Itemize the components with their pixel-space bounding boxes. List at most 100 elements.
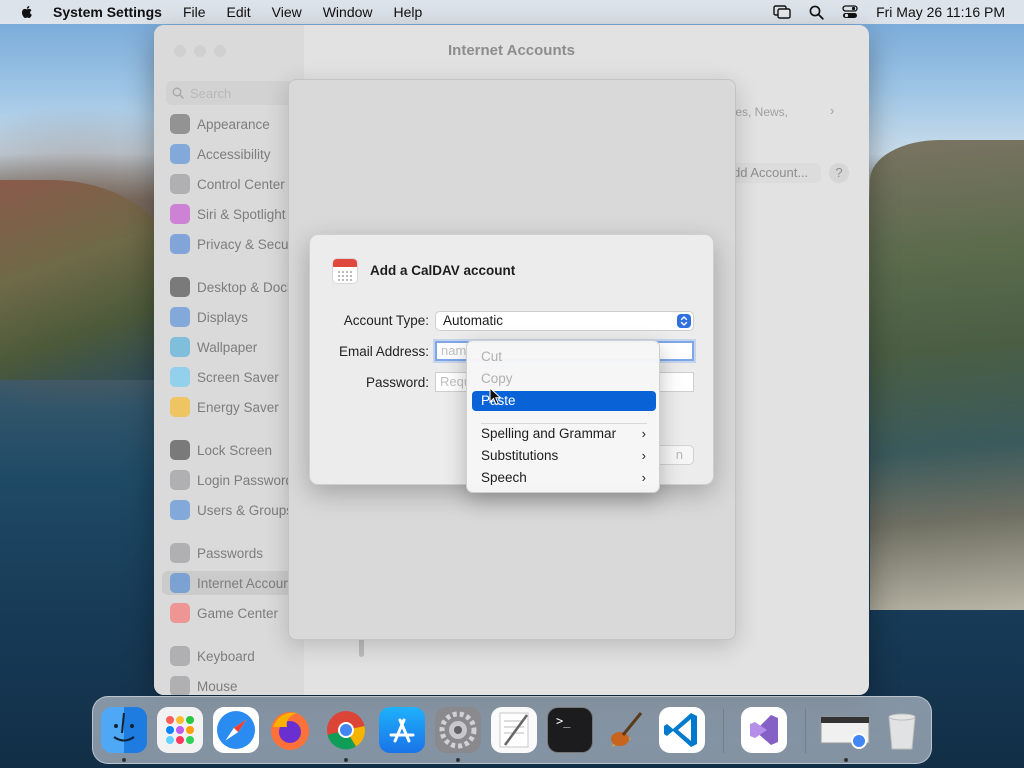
help-button[interactable]: ? xyxy=(829,163,849,183)
dialog-title: Add a CalDAV account xyxy=(370,263,516,278)
account-type-popup[interactable]: Automatic xyxy=(435,311,694,331)
mouse-pointer-icon xyxy=(489,387,502,406)
dock-visual-studio-icon[interactable] xyxy=(741,707,787,753)
menu-app-name[interactable]: System Settings xyxy=(53,4,162,20)
screen-saver-icon xyxy=(170,367,190,387)
context-menu-copy: Copy xyxy=(481,371,513,386)
minimize-window-button[interactable] xyxy=(194,45,206,57)
sun-icon xyxy=(170,307,190,327)
sidebar-item-mouse[interactable]: Mouse xyxy=(170,674,310,695)
dock-firefox-icon[interactable] xyxy=(267,707,313,753)
dock-running-indicator xyxy=(844,758,848,762)
search-placeholder: Search xyxy=(190,85,232,101)
dock-instruments-icon[interactable] xyxy=(603,707,649,753)
dock-vscode-icon[interactable] xyxy=(659,707,705,753)
account-type-value: Automatic xyxy=(443,313,504,328)
sidebar-item-label: Displays xyxy=(197,309,249,325)
sidebar-item-label: Passwords xyxy=(197,545,264,561)
control-center-icon xyxy=(170,174,190,194)
sidebar-item-label: Game Center xyxy=(197,605,279,621)
wallpaper-hill-left xyxy=(0,180,170,380)
chevron-right-icon: › xyxy=(830,103,835,118)
key-icon xyxy=(170,543,190,563)
context-menu-spelling-and-grammar[interactable]: Spelling and Grammar › xyxy=(472,424,656,444)
sidebar-search-field[interactable]: Search xyxy=(166,81,306,105)
sidebar-item-label: Siri & Spotlight xyxy=(197,206,286,222)
dock-launchpad-icon[interactable] xyxy=(157,707,203,753)
context-menu-cut: Cut xyxy=(481,349,503,364)
appearance-icon xyxy=(170,114,190,134)
chevron-right-icon: › xyxy=(641,448,646,463)
apple-logo-icon[interactable] xyxy=(19,4,35,20)
calendar-icon xyxy=(332,258,358,284)
keyboard-icon xyxy=(170,646,190,666)
sidebar-item-label: Energy Saver xyxy=(197,399,279,415)
mouse-icon xyxy=(170,676,190,695)
dock-icon xyxy=(170,277,190,297)
dock-running-indicator xyxy=(122,758,126,762)
dock-terminal-icon[interactable]: >_ xyxy=(547,707,593,753)
context-menu-speech[interactable]: Speech › xyxy=(472,468,656,488)
sidebar-item-label: Users & Groups xyxy=(197,502,294,518)
sidebar-item-label: Keyboard xyxy=(197,648,255,664)
menu-bar: System Settings File Edit View Window He… xyxy=(0,0,1024,24)
password-label: Password: xyxy=(365,375,429,390)
add-account-button[interactable]: dd Account... xyxy=(729,163,821,183)
wallpaper-hill-right xyxy=(870,140,1024,610)
menu-bar-clock[interactable]: Fri May 26 11:16 PM xyxy=(876,4,1005,20)
spotlight-search-icon[interactable] xyxy=(809,5,824,20)
dock-app-store-icon[interactable] xyxy=(379,707,425,753)
menu-window[interactable]: Window xyxy=(323,4,373,20)
sidebar-item-keyboard[interactable]: Keyboard xyxy=(170,644,310,668)
dock-textedit-icon[interactable] xyxy=(491,707,537,753)
dock-finder-icon[interactable] xyxy=(101,707,147,753)
dock-trash-icon[interactable] xyxy=(879,707,925,753)
account-type-label: Account Type: xyxy=(343,313,429,328)
menu-help[interactable]: Help xyxy=(394,4,423,20)
email-address-label: Email Address: xyxy=(338,344,429,359)
dock-separator xyxy=(723,709,724,753)
popup-stepper-icon xyxy=(677,314,691,328)
sidebar-item-label: Login Password xyxy=(197,472,294,488)
zoom-window-button[interactable] xyxy=(214,45,226,57)
at-icon xyxy=(170,573,190,593)
sidebar-item-label: Desktop & Dock xyxy=(197,279,294,295)
game-center-icon xyxy=(170,603,190,623)
dock-chrome-icon[interactable] xyxy=(323,707,369,753)
battery-icon xyxy=(170,397,190,417)
dock-system-settings-icon[interactable] xyxy=(435,707,481,753)
dock-chrome-apps-icon[interactable] xyxy=(819,707,871,753)
dock-running-indicator xyxy=(456,758,460,762)
sidebar-item-label: Internet Accounts xyxy=(197,575,302,591)
menu-file[interactable]: File xyxy=(183,4,206,20)
sidebar-item-label: Wallpaper xyxy=(197,339,258,355)
dock-safari-icon[interactable] xyxy=(213,707,259,753)
lock-icon xyxy=(170,440,190,460)
screen-mirroring-icon[interactable] xyxy=(773,5,791,19)
hand-icon xyxy=(170,234,190,254)
account-list-partial-text: tes, News, xyxy=(732,105,789,119)
menu-view[interactable]: View xyxy=(272,4,302,20)
accessibility-icon xyxy=(170,144,190,164)
sidebar-item-label: Mouse xyxy=(197,678,238,694)
dock-running-indicator xyxy=(344,758,348,762)
context-menu: Cut Copy Paste Spelling and Grammar › Su… xyxy=(466,340,660,493)
context-menu-substitutions[interactable]: Substitutions › xyxy=(472,446,656,466)
sidebar-item-label: Screen Saver xyxy=(197,369,279,385)
sidebar-item-label: Lock Screen xyxy=(197,442,273,458)
sidebar-item-label: Accessibility xyxy=(197,146,271,162)
sidebar-item-label: Appearance xyxy=(197,116,270,132)
dock: >_ xyxy=(92,696,932,764)
control-center-icon[interactable] xyxy=(842,5,858,19)
siri-icon xyxy=(170,204,190,224)
close-window-button[interactable] xyxy=(174,45,186,57)
window-title: Internet Accounts xyxy=(448,42,575,59)
search-icon xyxy=(172,87,184,99)
menu-edit[interactable]: Edit xyxy=(227,4,251,20)
lock-icon xyxy=(170,470,190,490)
wallpaper-icon xyxy=(170,337,190,357)
chevron-right-icon: › xyxy=(641,426,646,441)
users-icon xyxy=(170,500,190,520)
dock-separator xyxy=(805,709,806,753)
chevron-right-icon: › xyxy=(641,470,646,485)
